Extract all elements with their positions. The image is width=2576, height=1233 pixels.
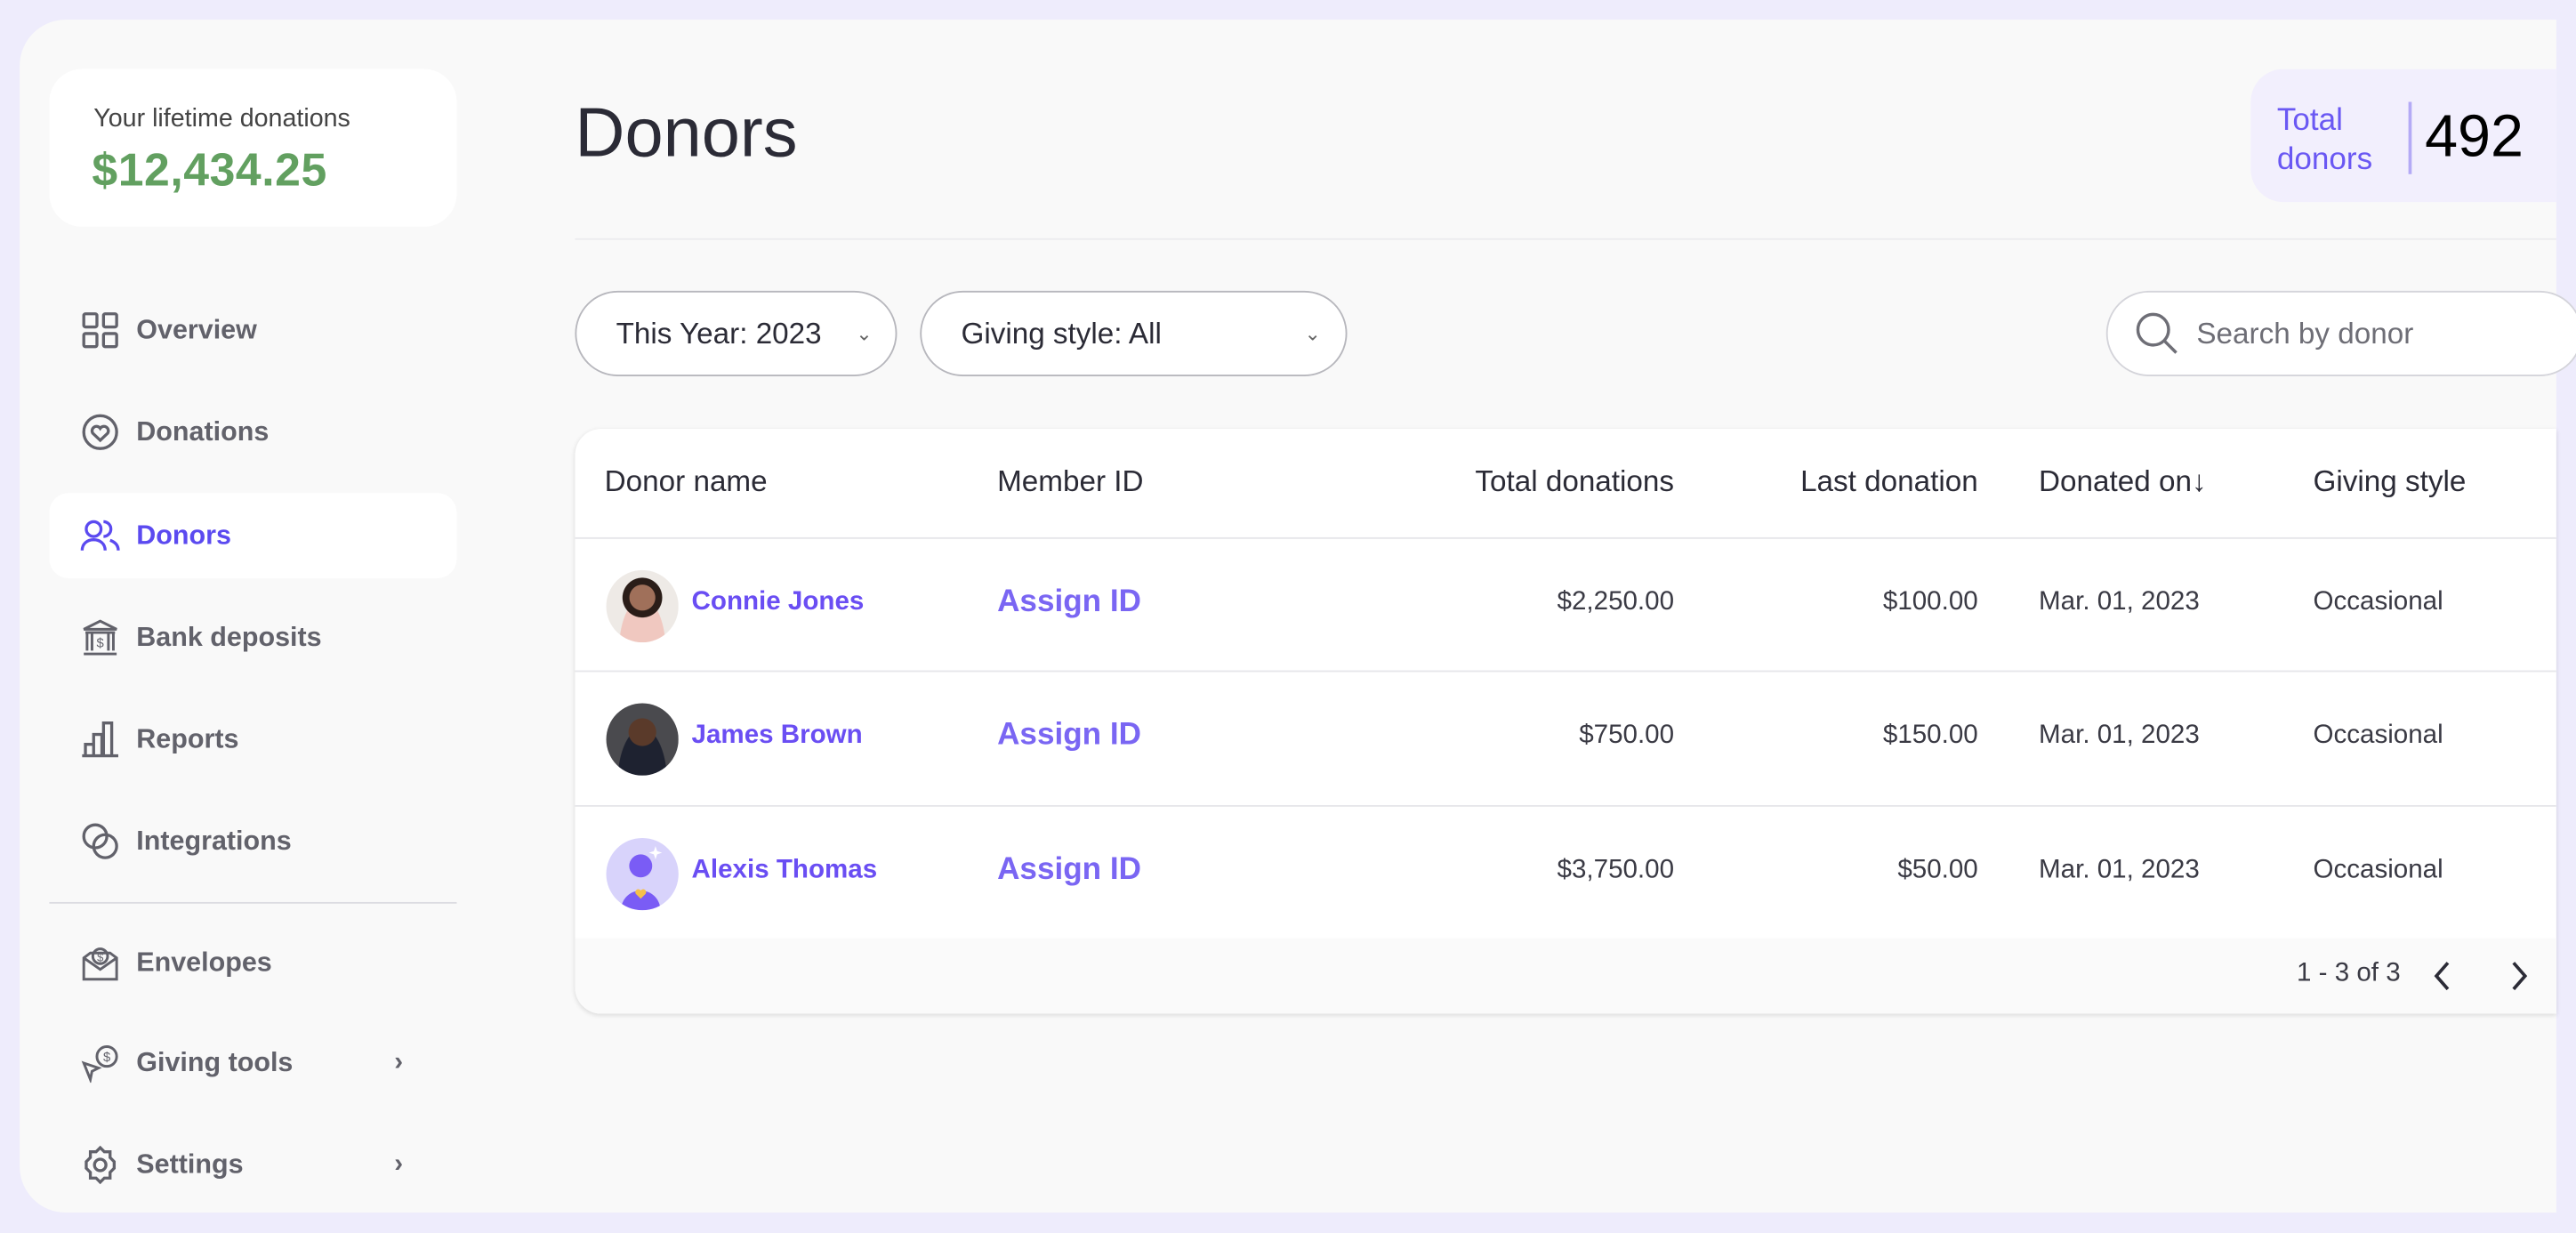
svg-text:$: $: [97, 637, 104, 651]
svg-text:$: $: [97, 950, 103, 963]
search-icon: [2136, 312, 2178, 354]
chevron-down-icon: ⌄: [856, 322, 873, 345]
pagination-text: 1 - 3 of 3: [2297, 959, 2401, 988]
avatar: [606, 703, 679, 776]
column-header-total-donations[interactable]: Total donations: [1475, 465, 1674, 500]
app: Your lifetime donations $12,434.25 Overv…: [0, 0, 2576, 1233]
sidebar-item-label: Donors: [136, 520, 231, 550]
sidebar-item-label: Integrations: [136, 826, 292, 856]
giving-style-dropdown[interactable]: Giving style: All ⌄: [920, 290, 1348, 376]
lifetime-label: Your lifetime donations: [93, 105, 350, 133]
page-title: Donors: [575, 93, 798, 172]
total-donations: $3,750.00: [1557, 856, 1675, 884]
lifetime-value: $12,434.25: [92, 144, 327, 196]
last-donation: $150.00: [1882, 721, 1978, 750]
chevron-right-icon[interactable]: [2506, 960, 2532, 993]
sidebar-item-overview[interactable]: Overview: [49, 287, 456, 373]
column-header-member-id[interactable]: Member ID: [997, 465, 1143, 500]
users-icon: [80, 520, 120, 551]
table-row[interactable]: James Brown Assign ID $750.00 $150.00 Ma…: [575, 670, 2556, 805]
avatar-placeholder: [606, 837, 679, 911]
donor-name-link[interactable]: Alexis Thomas: [692, 856, 878, 885]
heart-circle-icon: [82, 414, 118, 450]
chevron-right-icon: ›: [394, 1048, 404, 1076]
column-header-donor-name[interactable]: Donor name: [605, 465, 768, 500]
sidebar-divider: [49, 901, 457, 904]
donor-name-link[interactable]: James Brown: [692, 721, 863, 751]
giving-style: Occasional: [2313, 588, 2443, 616]
last-donation: $100.00: [1882, 588, 1978, 616]
gear-icon: [85, 1145, 117, 1185]
year-filter-value: This Year: 2023: [616, 316, 822, 350]
total-donors-card: Total donors 492: [2250, 68, 2556, 203]
sidebar-item-integrations[interactable]: Integrations: [49, 799, 456, 884]
donated-on: Mar. 01, 2023: [2039, 856, 2200, 884]
table-row[interactable]: Connie Jones Assign ID $2,250.00 $100.00…: [575, 536, 2556, 672]
sidebar-item-settings[interactable]: Settings ›: [49, 1122, 456, 1207]
donor-name-link[interactable]: Connie Jones: [692, 588, 865, 617]
total-donations: $2,250.00: [1557, 588, 1675, 616]
total-donors-value: 492: [2425, 101, 2524, 170]
sidebar-item-giving-tools[interactable]: $ Giving tools ›: [49, 1020, 456, 1106]
column-header-giving-style[interactable]: Giving style: [2313, 465, 2466, 500]
chevron-down-icon: ⌄: [1304, 322, 1322, 345]
sidebar-item-label: Giving tools: [136, 1047, 294, 1077]
last-donation: $50.00: [1897, 856, 1978, 884]
column-header-donated-on[interactable]: Donated on↓: [2039, 465, 2207, 500]
column-header-last-donation[interactable]: Last donation: [1800, 465, 1978, 500]
bank-icon: $: [83, 619, 117, 656]
integrations-icon: [82, 823, 118, 859]
assign-id-link[interactable]: Assign ID: [997, 853, 1141, 890]
sidebar-item-label: Donations: [136, 416, 270, 447]
sidebar-item-label: Reports: [136, 723, 239, 754]
giving-style: Occasional: [2313, 721, 2443, 750]
sidebar-item-label: Bank deposits: [136, 622, 322, 652]
assign-id-link[interactable]: Assign ID: [997, 585, 1141, 622]
donated-on: Mar. 01, 2023: [2039, 721, 2200, 750]
sidebar-item-label: Envelopes: [136, 947, 272, 978]
sidebar-item-bank-deposits[interactable]: $ Bank deposits: [49, 595, 456, 681]
total-donations: $750.00: [1579, 721, 1675, 750]
svg-text:$: $: [103, 1051, 110, 1065]
bar-chart-icon: [82, 721, 118, 758]
giving-tools-icon: $: [81, 1045, 118, 1084]
search-placeholder: Search by donor: [2196, 316, 2414, 350]
envelope-dollar-icon: $: [82, 947, 118, 981]
lifetime-donations-card: Your lifetime donations $12,434.25: [49, 68, 457, 227]
avatar: [606, 569, 679, 643]
sidebar-item-donations[interactable]: Donations: [49, 390, 456, 475]
sidebar-item-label: Overview: [136, 314, 257, 344]
sidebar-item-donors[interactable]: Donors: [49, 493, 457, 579]
assign-id-link[interactable]: Assign ID: [997, 718, 1141, 754]
sidebar-item-label: Settings: [136, 1148, 244, 1180]
grid-icon: [82, 312, 118, 349]
chevron-right-icon: ›: [394, 1149, 404, 1179]
header-divider: [575, 238, 2556, 240]
total-donors-label: Total donors: [2276, 103, 2373, 178]
year-filter-dropdown[interactable]: This Year: 2023 ⌄: [575, 290, 898, 376]
divider: [2408, 101, 2412, 174]
table-row[interactable]: Alexis Thomas Assign ID $3,750.00 $50.00…: [575, 805, 2556, 939]
giving-style-value: Giving style: All: [961, 316, 1162, 350]
donated-on: Mar. 01, 2023: [2039, 588, 2200, 616]
table-footer: 1 - 3 of 3: [575, 938, 2556, 1014]
chevron-left-icon[interactable]: [2430, 960, 2457, 993]
giving-style: Occasional: [2313, 856, 2443, 884]
sidebar-item-reports[interactable]: Reports: [49, 697, 456, 782]
sidebar-item-envelopes[interactable]: $ Envelopes: [49, 920, 456, 1005]
search-input[interactable]: Search by donor: [2105, 290, 2576, 376]
donors-table: Donor name Member ID Total donations Las…: [575, 429, 2556, 1014]
person-icon: [621, 846, 663, 911]
